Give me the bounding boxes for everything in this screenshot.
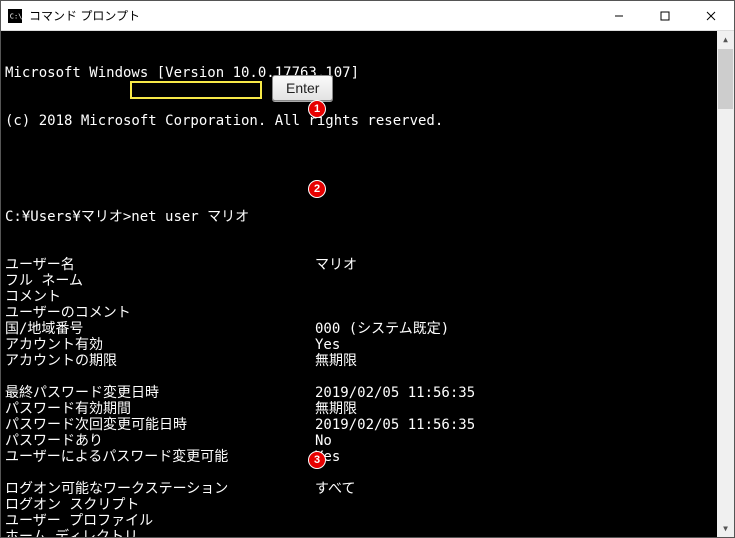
scroll-down-arrow[interactable]: ▼ — [717, 520, 734, 537]
scroll-up-arrow[interactable]: ▲ — [717, 31, 734, 48]
output-label: パスワード有効期間 — [5, 401, 315, 417]
output-label: 国/地域番号 — [5, 321, 315, 337]
output-value: 無期限 — [315, 353, 357, 369]
output-label: ユーザーのコメント — [5, 305, 315, 321]
output-row — [5, 465, 713, 481]
copyright-line: (c) 2018 Microsoft Corporation. All righ… — [5, 113, 713, 129]
output-row: ユーザー プロファイル — [5, 513, 713, 529]
output-row: ログオン スクリプト — [5, 497, 713, 513]
window-title: コマンド プロンプト — [29, 7, 596, 24]
output-row: コメント — [5, 289, 713, 305]
vertical-scrollbar[interactable]: ▲ ▼ — [717, 31, 734, 537]
console-output[interactable]: Microsoft Windows [Version 10.0.17763.10… — [1, 31, 717, 537]
minimize-button[interactable] — [596, 1, 642, 31]
output-value: 無期限 — [315, 401, 357, 417]
output-value: 000 (システム既定) — [315, 321, 449, 337]
output-row: ホーム ディレクトリ — [5, 529, 713, 537]
cmd-icon: C:\ — [7, 8, 23, 24]
enter-key-annotation: Enter — [272, 75, 333, 101]
output-row: パスワードありNo — [5, 433, 713, 449]
svg-text:C:\: C:\ — [10, 12, 22, 20]
typed-command: net user マリオ — [131, 209, 249, 225]
output-label: パスワード次回変更可能日時 — [5, 417, 315, 433]
minimize-icon — [614, 11, 624, 21]
output-row — [5, 369, 713, 385]
close-button[interactable] — [688, 1, 734, 31]
output-row: ユーザー名マリオ — [5, 257, 713, 273]
output-value: Yes — [315, 337, 340, 353]
annotation-badge-1: 1 — [308, 100, 326, 118]
output-row: ユーザーのコメント — [5, 305, 713, 321]
window-titlebar: C:\ コマンド プロンプト — [1, 1, 734, 31]
output-value: 2019/02/05 11:56:35 — [315, 385, 475, 401]
annotation-badge-2: 2 — [308, 180, 326, 198]
output-label: ユーザーによるパスワード変更可能 — [5, 449, 315, 465]
prompt-path: C:¥Users¥マリオ> — [5, 209, 131, 225]
output-row: パスワード次回変更可能日時2019/02/05 11:56:35 — [5, 417, 713, 433]
output-label: 最終パスワード変更日時 — [5, 385, 315, 401]
output-row: ログオン可能なワークステーションすべて — [5, 481, 713, 497]
output-value: すべて — [315, 481, 355, 497]
annotation-badge-3: 3 — [308, 451, 326, 469]
maximize-button[interactable] — [642, 1, 688, 31]
output-label: ホーム ディレクトリ — [5, 529, 315, 537]
output-row: ユーザーによるパスワード変更可能Yes — [5, 449, 713, 465]
output-label: アカウントの期限 — [5, 353, 315, 369]
output-label: パスワードあり — [5, 433, 315, 449]
output-label: ログオン可能なワークステーション — [5, 481, 315, 497]
output-label: ユーザー名 — [5, 257, 315, 273]
output-label: コメント — [5, 289, 315, 305]
output-row: 国/地域番号000 (システム既定) — [5, 321, 713, 337]
scroll-thumb[interactable] — [718, 49, 733, 109]
maximize-icon — [660, 11, 670, 21]
output-value: 2019/02/05 11:56:35 — [315, 417, 475, 433]
version-line: Microsoft Windows [Version 10.0.17763.10… — [5, 65, 713, 81]
blank-line — [5, 161, 713, 177]
close-icon — [706, 11, 716, 21]
output-value: No — [315, 433, 332, 449]
output-label: アカウント有効 — [5, 337, 315, 353]
output-row: アカウントの期限無期限 — [5, 353, 713, 369]
output-row: アカウント有効Yes — [5, 337, 713, 353]
output-row: フル ネーム — [5, 273, 713, 289]
output-label: フル ネーム — [5, 273, 315, 289]
output-label: ログオン スクリプト — [5, 497, 315, 513]
output-row: パスワード有効期間無期限 — [5, 401, 713, 417]
output-row: 最終パスワード変更日時2019/02/05 11:56:35 — [5, 385, 713, 401]
prompt-line: C:¥Users¥マリオ>net user マリオ — [5, 209, 713, 225]
window-controls — [596, 1, 734, 31]
output-label: ユーザー プロファイル — [5, 513, 315, 529]
output-value: マリオ — [315, 257, 357, 273]
